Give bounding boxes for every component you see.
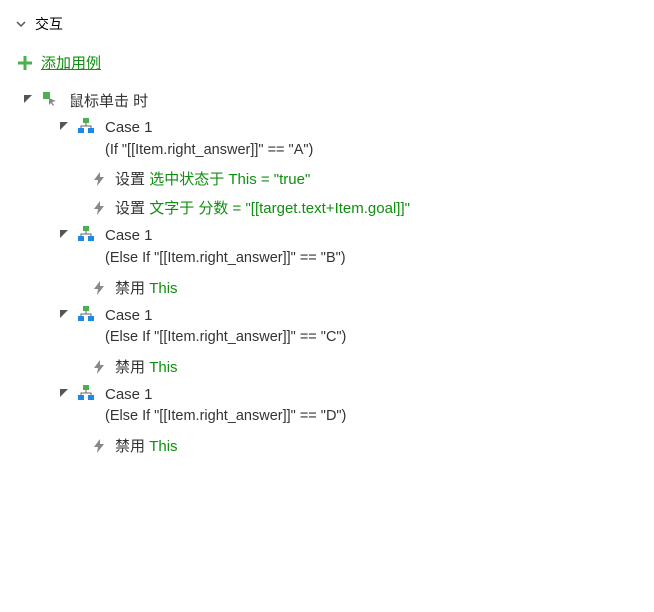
lightning-icon xyxy=(91,359,107,375)
action-cmd: 设置 xyxy=(115,171,145,188)
action-row[interactable]: 禁用 This xyxy=(91,352,639,381)
section-header[interactable]: 交互 xyxy=(15,10,639,38)
case-label-wrap: Case 1(If "[[Item.right_answer]]" == "A"… xyxy=(101,117,313,161)
action-target: This xyxy=(149,280,177,297)
action-text: 设置 文字于 分数 = "[[target.text+Item.goal]]" xyxy=(115,197,410,218)
actions-block: 禁用 This xyxy=(57,352,639,381)
action-row[interactable]: 禁用 This xyxy=(91,273,639,302)
case-title: Case 1 xyxy=(105,117,313,140)
action-target: This xyxy=(149,438,177,455)
action-cmd: 禁用 xyxy=(115,280,145,297)
chevron-down-icon xyxy=(15,18,27,30)
case-block: Case 1(Else If "[[Item.right_answer]]" =… xyxy=(21,222,639,301)
lightning-icon xyxy=(91,200,107,216)
lightning-icon xyxy=(91,438,107,454)
event-row[interactable]: 鼠标单击 时 xyxy=(21,87,639,114)
action-text: 设置 选中状态于 This = "true" xyxy=(115,168,310,189)
collapse-triangle-icon[interactable] xyxy=(57,307,71,321)
case-block: Case 1(If "[[Item.right_answer]]" == "A"… xyxy=(21,114,639,222)
add-case-row[interactable]: 添加用例 xyxy=(15,46,639,87)
case-condition: (Else If "[[Item.right_answer]]" == "C") xyxy=(105,327,346,349)
collapse-triangle-icon[interactable] xyxy=(57,119,71,133)
case-row[interactable]: Case 1(If "[[Item.right_answer]]" == "A"… xyxy=(57,114,639,164)
case-title: Case 1 xyxy=(105,384,346,407)
action-text: 禁用 This xyxy=(115,435,178,456)
action-row[interactable]: 设置 选中状态于 This = "true" xyxy=(91,164,639,193)
case-title: Case 1 xyxy=(105,305,346,328)
case-flow-icon xyxy=(77,384,95,402)
case-row[interactable]: Case 1(Else If "[[Item.right_answer]]" =… xyxy=(57,222,639,272)
lightning-icon xyxy=(91,280,107,296)
action-cmd: 禁用 xyxy=(115,438,145,455)
actions-block: 设置 选中状态于 This = "true"设置 文字于 分数 = "[[tar… xyxy=(57,164,639,222)
action-target: 选中状态于 This = "true" xyxy=(149,171,310,188)
collapse-triangle-icon[interactable] xyxy=(57,227,71,241)
plus-icon xyxy=(17,55,33,71)
collapse-triangle-icon[interactable] xyxy=(21,92,35,106)
click-event-icon xyxy=(41,90,59,108)
collapse-triangle-icon[interactable] xyxy=(57,386,71,400)
case-condition: (If "[[Item.right_answer]]" == "A") xyxy=(105,140,313,162)
lightning-icon xyxy=(91,171,107,187)
add-case-link[interactable]: 添加用例 xyxy=(41,52,101,73)
action-row[interactable]: 禁用 This xyxy=(91,431,639,460)
action-target: 文字于 分数 = "[[target.text+Item.goal]]" xyxy=(149,200,410,217)
case-condition: (Else If "[[Item.right_answer]]" == "B") xyxy=(105,248,346,270)
case-flow-icon xyxy=(77,225,95,243)
case-row[interactable]: Case 1(Else If "[[Item.right_answer]]" =… xyxy=(57,302,639,352)
case-label-wrap: Case 1(Else If "[[Item.right_answer]]" =… xyxy=(101,225,346,269)
interactions-tree: 鼠标单击 时 Case 1(If "[[Item.right_answer]]"… xyxy=(15,87,639,460)
actions-block: 禁用 This xyxy=(57,431,639,460)
case-block: Case 1(Else If "[[Item.right_answer]]" =… xyxy=(21,302,639,381)
action-row[interactable]: 设置 文字于 分数 = "[[target.text+Item.goal]]" xyxy=(91,193,639,222)
actions-block: 禁用 This xyxy=(57,273,639,302)
case-row[interactable]: Case 1(Else If "[[Item.right_answer]]" =… xyxy=(57,381,639,431)
case-block: Case 1(Else If "[[Item.right_answer]]" =… xyxy=(21,381,639,460)
cases-container: Case 1(If "[[Item.right_answer]]" == "A"… xyxy=(21,114,639,460)
case-label-wrap: Case 1(Else If "[[Item.right_answer]]" =… xyxy=(101,384,346,428)
action-cmd: 设置 xyxy=(115,200,145,217)
action-text: 禁用 This xyxy=(115,356,178,377)
section-title: 交互 xyxy=(35,14,63,34)
action-text: 禁用 This xyxy=(115,277,178,298)
action-cmd: 禁用 xyxy=(115,359,145,376)
case-flow-icon xyxy=(77,117,95,135)
case-title: Case 1 xyxy=(105,225,346,248)
event-label: 鼠标单击 时 xyxy=(65,90,148,111)
case-label-wrap: Case 1(Else If "[[Item.right_answer]]" =… xyxy=(101,305,346,349)
case-condition: (Else If "[[Item.right_answer]]" == "D") xyxy=(105,406,346,428)
case-flow-icon xyxy=(77,305,95,323)
action-target: This xyxy=(149,359,177,376)
